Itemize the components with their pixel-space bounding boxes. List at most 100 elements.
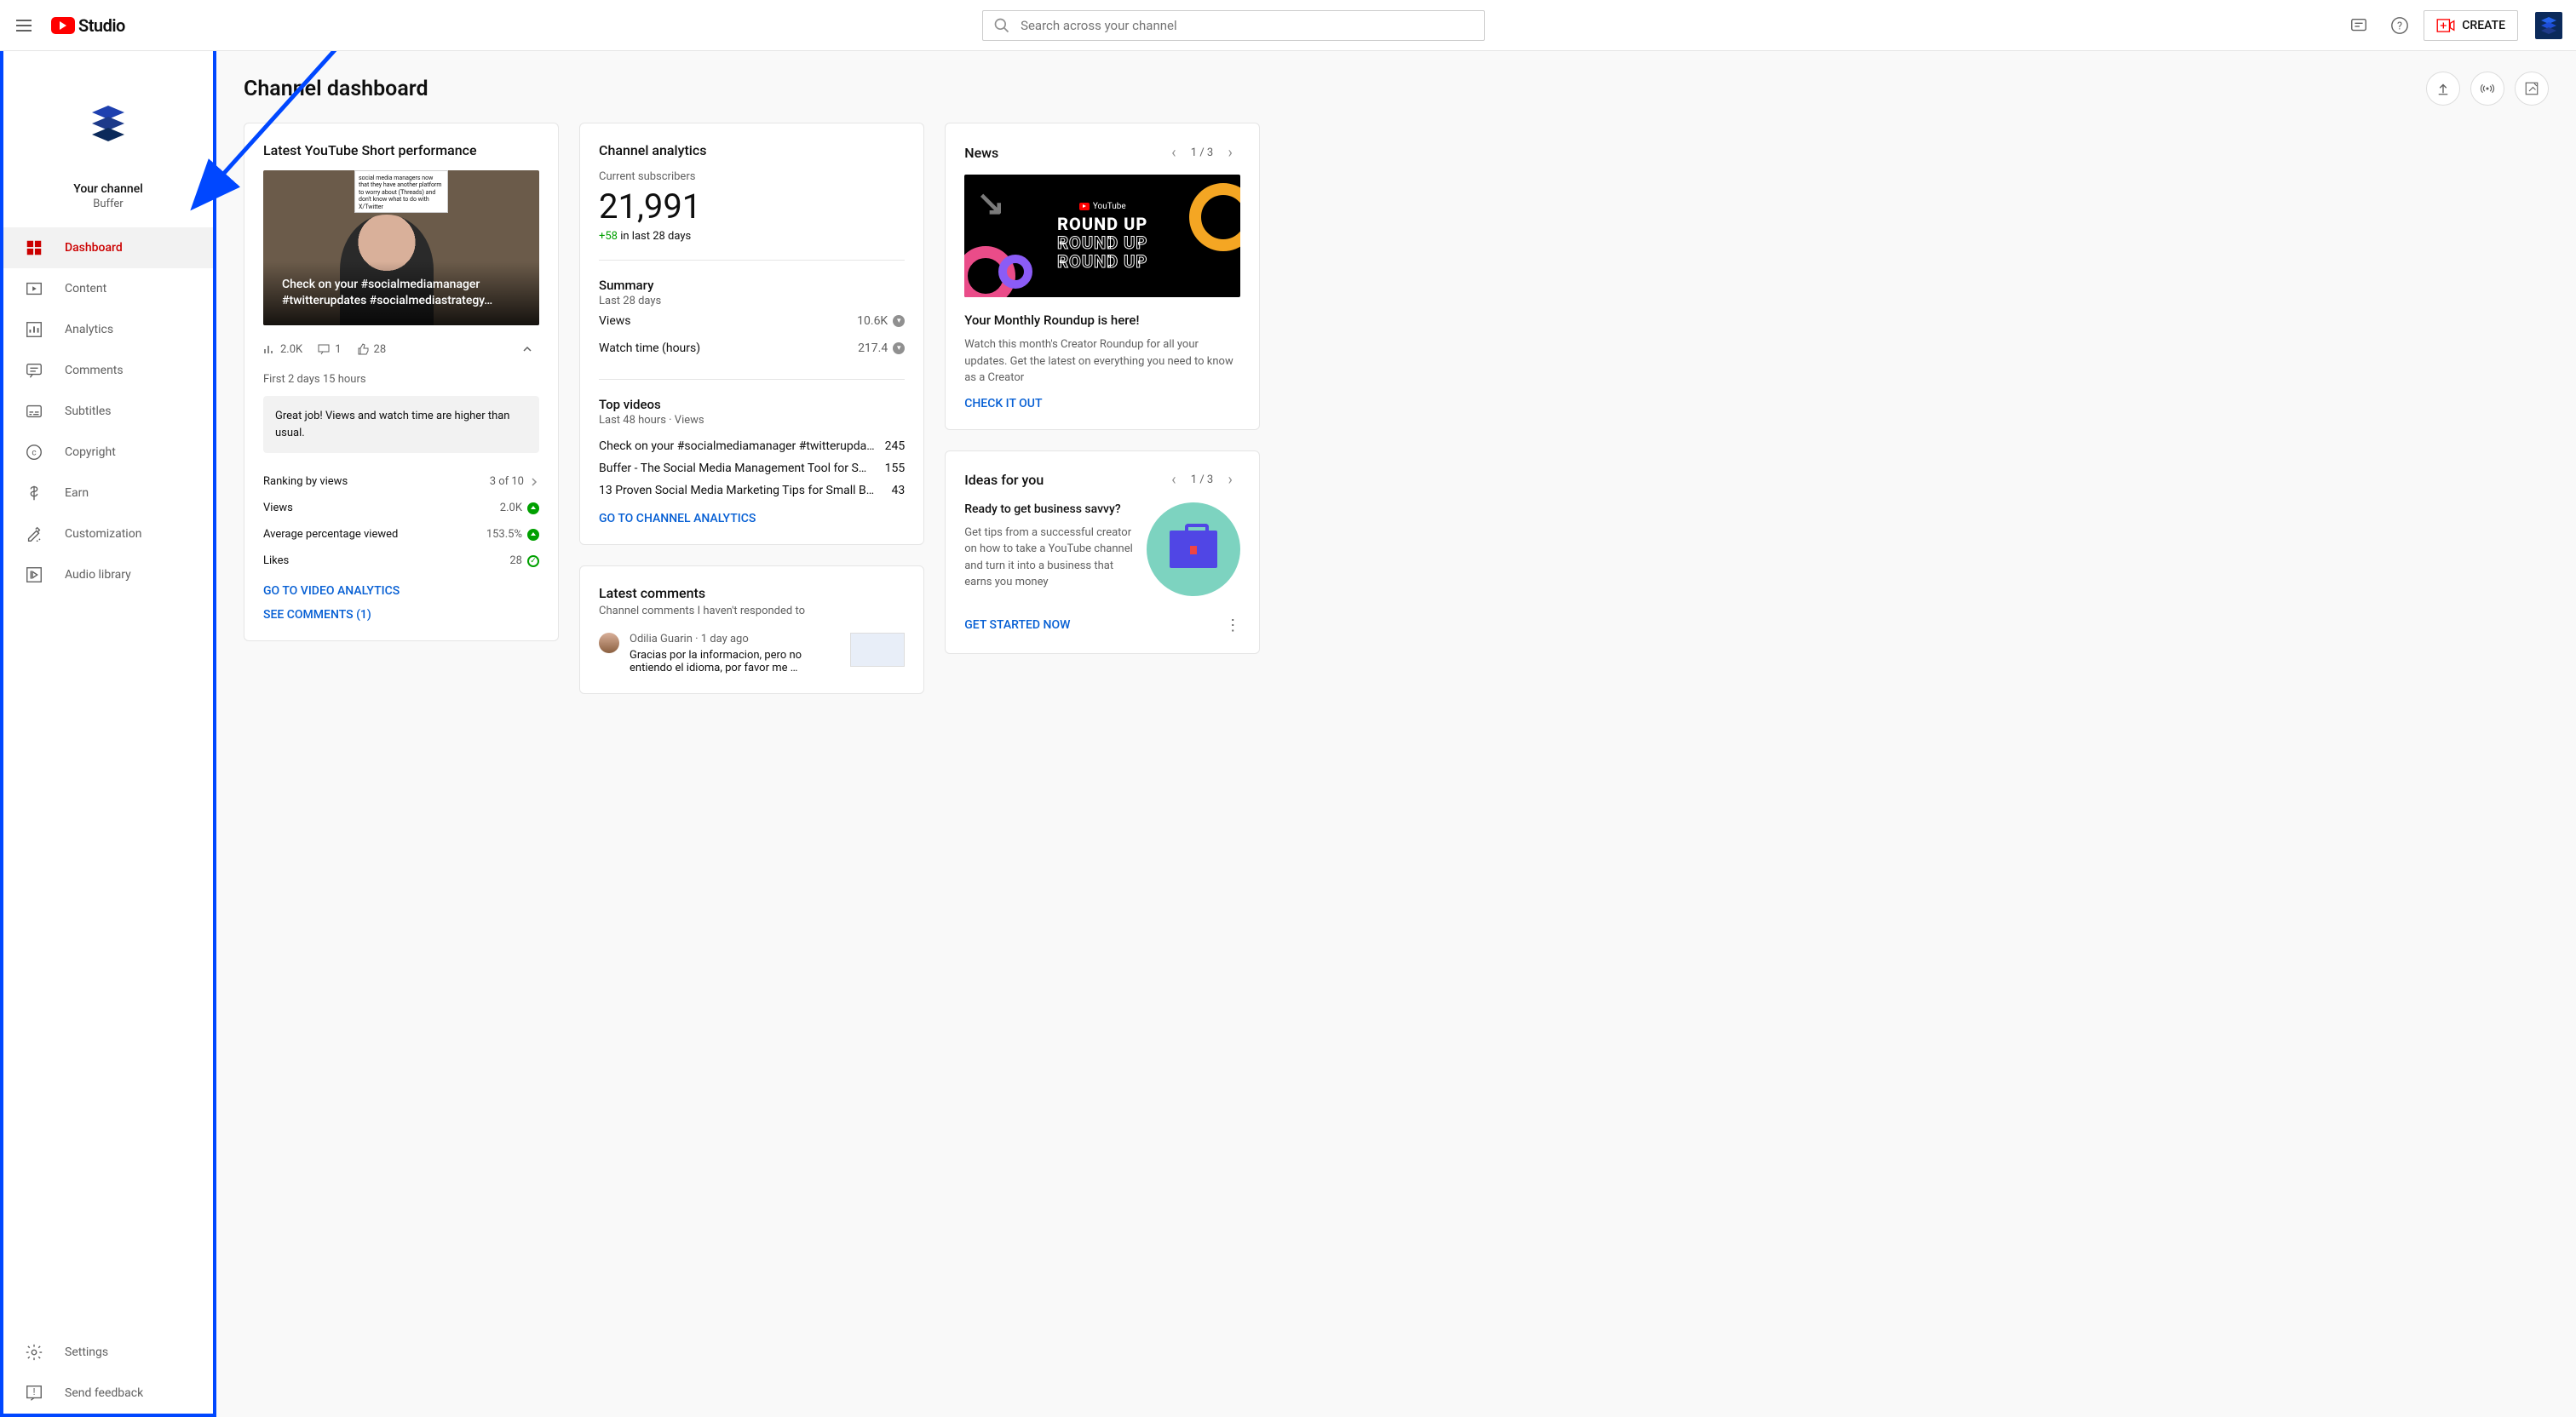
ideas-link[interactable]: GET STARTED NOW — [964, 618, 1070, 632]
summary-title: Summary — [599, 278, 905, 293]
latest-comments-card: Latest comments Channel comments I haven… — [579, 565, 924, 694]
video-analytics-link[interactable]: GO TO VIDEO ANALYTICS — [263, 584, 539, 598]
search-icon — [993, 17, 1010, 34]
sidebar-item-label: Customization — [65, 527, 141, 541]
studio-logo[interactable]: Studio — [51, 15, 125, 36]
go-live-button[interactable] — [2470, 72, 2504, 106]
sidebar-item-label: Subtitles — [65, 404, 112, 418]
sidebar-item-label: Audio library — [65, 568, 131, 582]
chevron-right-icon — [529, 477, 539, 487]
pager-prev[interactable]: ‹ — [1164, 142, 1184, 163]
upload-button[interactable] — [2426, 72, 2460, 106]
subscribers-label: Current subscribers — [599, 170, 905, 183]
sidebar-item-feedback[interactable]: ! Send feedback — [3, 1373, 213, 1414]
sidebar-item-label: Earn — [65, 486, 89, 500]
audio-icon — [24, 565, 44, 585]
short-thumbnail[interactable]: social media managers now that they have… — [263, 170, 539, 325]
subscribers-count: 21,991 — [599, 186, 905, 227]
sidebar-item-subtitles[interactable]: Subtitles — [3, 391, 213, 432]
channel-header[interactable]: Your channel Buffer — [3, 51, 213, 227]
app-header: Studio ? CREATE — [0, 0, 2576, 51]
help-icon[interactable]: ? — [2383, 9, 2417, 43]
pager-next[interactable]: › — [1220, 470, 1240, 490]
sidebar-item-comments[interactable]: Comments — [3, 350, 213, 391]
create-post-button[interactable] — [2515, 72, 2549, 106]
pager-prev[interactable]: ‹ — [1164, 470, 1184, 490]
feedback-icon: ! — [24, 1383, 44, 1403]
top-video-row[interactable]: Buffer - The Social Media Management Too… — [599, 457, 905, 479]
comments-icon — [24, 360, 44, 381]
page-title: Channel dashboard — [244, 77, 428, 101]
sidebar-item-settings[interactable]: Settings — [3, 1332, 213, 1373]
summary-row-views: Views 10.6K▾ — [599, 307, 905, 335]
settings-icon — [24, 1342, 44, 1362]
sidebar-item-dashboard[interactable]: Dashboard — [3, 227, 213, 268]
search-input[interactable] — [1021, 18, 1474, 33]
channel-name: Buffer — [93, 198, 123, 210]
customization-icon — [24, 524, 44, 544]
performance-message: Great job! Views and watch time are high… — [263, 396, 539, 453]
channel-analytics-link[interactable]: GO TO CHANNEL ANALYTICS — [599, 512, 905, 525]
menu-toggle[interactable] — [14, 15, 34, 36]
comment-video-thumb — [850, 633, 905, 667]
youtube-icon — [51, 17, 75, 34]
sidebar-item-copyright[interactable]: c Copyright — [3, 432, 213, 473]
pager-count: 1 / 3 — [1191, 473, 1213, 486]
news-link[interactable]: CHECK IT OUT — [964, 397, 1240, 410]
period-label: First 2 days 15 hours — [263, 373, 539, 386]
sidebar-item-content[interactable]: Content — [3, 268, 213, 309]
comment-item[interactable]: Odilia Guarin · 1 day ago Gracias por la… — [599, 633, 905, 674]
sidebar-item-earn[interactable]: Earn — [3, 473, 213, 513]
see-comments-link[interactable]: SEE COMMENTS (1) — [263, 608, 539, 622]
sidebar-item-label: Dashboard — [65, 241, 123, 255]
card-title: Latest YouTube Short performance — [263, 142, 539, 158]
pager-next[interactable]: › — [1220, 142, 1240, 163]
sidebar-item-label: Content — [65, 282, 106, 295]
comments-subtitle: Channel comments I haven't responded to — [599, 605, 905, 617]
pager-count: 1 / 3 — [1191, 146, 1213, 159]
chevron-up-icon — [521, 343, 533, 355]
svg-text:c: c — [32, 449, 36, 458]
news-image[interactable]: ↘ YouTube ROUND UP ROUND UP ROUND UP — [964, 175, 1240, 297]
top-video-row[interactable]: 13 Proven Social Media Marketing Tips fo… — [599, 479, 905, 502]
commenter-avatar — [599, 633, 619, 653]
chat-icon[interactable] — [2342, 9, 2376, 43]
summary-row-watch-time: Watch time (hours) 217.4▾ — [599, 335, 905, 362]
top-video-row[interactable]: Check on your #socialmediamanager #twitt… — [599, 435, 905, 457]
short-caption: Check on your #socialmediamanager #twitt… — [263, 261, 539, 325]
sidebar-item-audio[interactable]: Audio library — [3, 554, 213, 595]
sidebar-item-label: Send feedback — [65, 1386, 143, 1400]
top-videos-period: Last 48 hours · Views — [599, 414, 905, 427]
latest-short-card: Latest YouTube Short performance social … — [244, 123, 559, 641]
metric-ranking[interactable]: Ranking by views 3 of 10 — [263, 468, 539, 495]
news-card: News ‹ 1 / 3 › ↘ YouTube — [945, 123, 1260, 430]
create-button[interactable]: CREATE — [2424, 10, 2518, 41]
search-box[interactable] — [982, 10, 1485, 41]
stat-views: 2.0K — [263, 343, 302, 356]
card-title: Latest comments — [599, 585, 905, 601]
sidebar-item-analytics[interactable]: Analytics — [3, 309, 213, 350]
ideas-description: Get tips from a successful creator on ho… — [964, 525, 1133, 591]
ideas-pager: ‹ 1 / 3 › — [1164, 470, 1240, 490]
svg-text:!: ! — [33, 1386, 36, 1397]
sidebar-item-label: Copyright — [65, 445, 116, 459]
channel-analytics-card: Channel analytics Current subscribers 21… — [579, 123, 924, 545]
sidebar-item-label: Settings — [65, 1345, 108, 1359]
stat-comments: 1 — [318, 343, 341, 356]
comment-meta: Odilia Guarin · 1 day ago — [630, 633, 840, 645]
account-avatar[interactable] — [2535, 12, 2562, 39]
dashboard-icon — [24, 238, 44, 258]
sidebar-item-customization[interactable]: Customization — [3, 513, 213, 554]
collapse-toggle[interactable] — [515, 337, 539, 361]
down-indicator-icon: ▾ — [893, 342, 905, 354]
ideas-menu[interactable]: ⋮ — [1225, 617, 1240, 634]
sidebar-item-label: Comments — [65, 364, 124, 377]
ideas-card: Ideas for you ‹ 1 / 3 › Ready to get bus… — [945, 450, 1260, 654]
metric-avg-viewed: Average percentage viewed 153.5% — [263, 521, 539, 548]
channel-label: Your channel — [73, 182, 143, 196]
main-content: Channel dashboard Latest YouTube Short p… — [216, 51, 2576, 714]
sidebar-item-label: Analytics — [65, 323, 113, 336]
comment-icon — [318, 343, 330, 355]
comment-text: Gracias por la informacion, pero no enti… — [630, 649, 840, 674]
analytics-icon — [24, 319, 44, 340]
